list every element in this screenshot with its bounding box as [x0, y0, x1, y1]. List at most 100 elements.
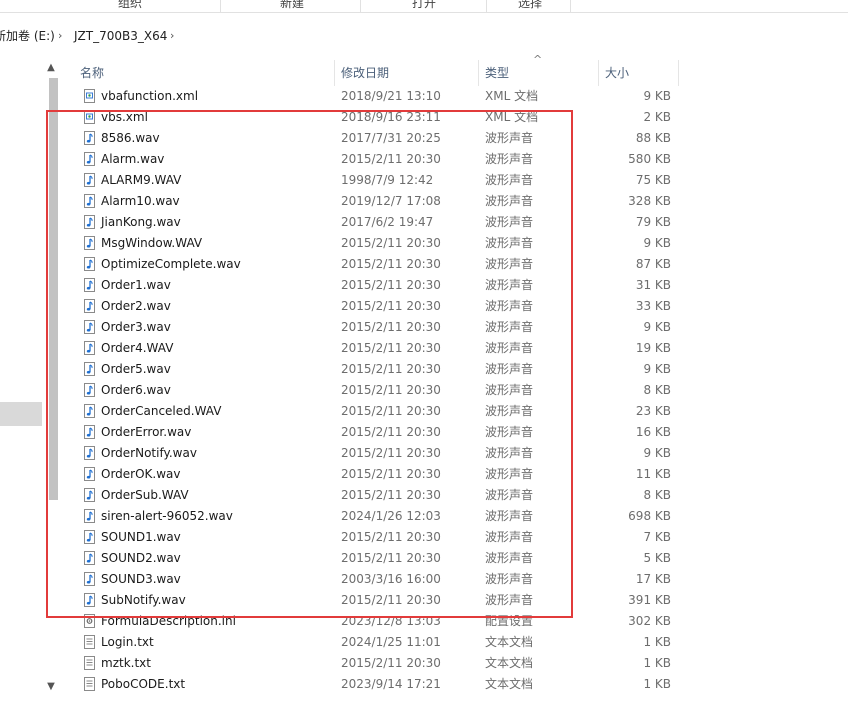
file-name: PoboCODE.txt: [101, 677, 186, 691]
file-type: 波形声音: [485, 404, 534, 418]
ribbon-group-open: 打开: [362, 0, 487, 12]
file-row[interactable]: JianKong.wav 2017/6/2 19:47 波形声音 79 KB: [0, 212, 848, 233]
file-row[interactable]: OptimizeComplete.wav 2015/2/11 20:30 波形声音 8…: [0, 254, 848, 275]
file-row[interactable]: SOUND2.wav 2015/2/11 20:30 波形声音 5 KB: [0, 548, 848, 569]
audio-file-icon: [84, 383, 95, 397]
file-date: 2015/2/11 20:30: [341, 446, 441, 460]
file-row[interactable]: SubNotify.wav 2015/2/11 20:30 波形声音 391 KB: [0, 590, 848, 611]
file-row[interactable]: OrderCanceled.WAV 2015/2/11 20:30 波形声音 23 K…: [0, 401, 848, 422]
audio-file-icon: [84, 488, 95, 502]
file-size: 16 KB: [635, 425, 671, 439]
file-date: 2023/9/14 17:21: [341, 677, 441, 691]
file-row[interactable]: Order4.WAV 2015/2/11 20:30 波形声音 19 KB: [0, 338, 848, 359]
xml-file-icon: [84, 89, 95, 103]
scroll-up-icon[interactable]: ▲: [44, 61, 58, 75]
file-name: 8586.wav: [101, 131, 160, 145]
file-size: 87 KB: [635, 257, 671, 271]
file-row[interactable]: OrderSub.WAV 2015/2/11 20:30 波形声音 8 KB: [0, 485, 848, 506]
file-date: 2017/6/2 19:47: [341, 215, 434, 229]
file-name: mztk.txt: [101, 656, 151, 670]
audio-file-icon: [84, 320, 95, 334]
file-row[interactable]: Order3.wav 2015/2/11 20:30 波形声音 9 KB: [0, 317, 848, 338]
file-date: 2015/2/11 20:30: [341, 593, 441, 607]
file-date: 1998/7/9 12:42: [341, 173, 434, 187]
ribbon-divider: [0, 12, 848, 13]
file-type: 波形声音: [485, 425, 534, 439]
file-name: siren-alert-96052.wav: [101, 509, 233, 523]
file-row[interactable]: ALARM9.WAV 1998/7/9 12:42 波形声音 75 KB: [0, 170, 848, 191]
breadcrumb-drive[interactable]: 新加卷 (E:): [0, 24, 55, 48]
file-size: 1 KB: [643, 635, 671, 649]
audio-file-icon: [84, 278, 95, 292]
column-header-date[interactable]: 修改日期: [341, 60, 389, 86]
column-header-size[interactable]: 大小: [605, 60, 629, 86]
file-size: 7 KB: [643, 530, 671, 544]
audio-file-icon: [84, 194, 95, 208]
file-name: Alarm10.wav: [101, 194, 180, 208]
file-row[interactable]: Order2.wav 2015/2/11 20:30 波形声音 33 KB: [0, 296, 848, 317]
file-type: 波形声音: [485, 173, 534, 187]
audio-file-icon: [84, 572, 95, 586]
breadcrumb-chevron-icon[interactable]: ›: [58, 24, 62, 48]
file-date: 2017/7/31 20:25: [341, 131, 441, 145]
file-row[interactable]: OrderOK.wav 2015/2/11 20:30 波形声音 11 KB: [0, 464, 848, 485]
file-date: 2024/1/25 11:01: [341, 635, 441, 649]
file-name: Order1.wav: [101, 278, 171, 292]
file-row[interactable]: 8586.wav 2017/7/31 20:25 波形声音 88 KB: [0, 128, 848, 149]
breadcrumb-chevron-icon[interactable]: ›: [170, 24, 174, 48]
file-type: 波形声音: [485, 488, 534, 502]
file-size: 9 KB: [643, 362, 671, 376]
column-header-type[interactable]: 类型: [485, 60, 509, 86]
file-row[interactable]: MsgWindow.WAV 2015/2/11 20:30 波形声音 9 KB: [0, 233, 848, 254]
column-divider[interactable]: [334, 60, 335, 86]
file-row[interactable]: mztk.txt 2015/2/11 20:30 文本文档 1 KB: [0, 653, 848, 674]
file-name: Login.txt: [101, 635, 154, 649]
file-row[interactable]: SOUND1.wav 2015/2/11 20:30 波形声音 7 KB: [0, 527, 848, 548]
file-size: 23 KB: [635, 404, 671, 418]
file-size: 9 KB: [643, 320, 671, 334]
audio-file-icon: [84, 215, 95, 229]
file-row[interactable]: Login.txt 2024/1/25 11:01 文本文档 1 KB: [0, 632, 848, 653]
audio-file-icon: [84, 467, 95, 481]
ribbon-group-new: 新建: [224, 0, 361, 12]
file-name: Alarm.wav: [101, 152, 165, 166]
file-date: 2019/12/7 17:08: [341, 194, 441, 208]
file-row[interactable]: Order6.wav 2015/2/11 20:30 波形声音 8 KB: [0, 380, 848, 401]
file-row[interactable]: Alarm.wav 2015/2/11 20:30 波形声音 580 KB: [0, 149, 848, 170]
file-type: XML 文档: [485, 110, 539, 124]
file-size: 1 KB: [643, 656, 671, 670]
file-name: MsgWindow.WAV: [101, 236, 203, 250]
audio-file-icon: [84, 404, 95, 418]
file-size: 9 KB: [643, 236, 671, 250]
file-size: 302 KB: [628, 614, 671, 628]
column-divider[interactable]: [678, 60, 679, 86]
file-date: 2015/2/11 20:30: [341, 530, 441, 544]
column-divider[interactable]: [598, 60, 599, 86]
file-row[interactable]: vbafunction.xml 2018/9/21 13:10 XML 文档 9 KB: [0, 86, 848, 107]
file-row[interactable]: SOUND3.wav 2003/3/16 16:00 波形声音 17 KB: [0, 569, 848, 590]
column-header-name[interactable]: 名称: [80, 60, 104, 86]
file-name: vbafunction.xml: [101, 89, 199, 103]
file-row[interactable]: OrderError.wav 2015/2/11 20:30 波形声音 16 KB: [0, 422, 848, 443]
file-row[interactable]: OrderNotify.wav 2015/2/11 20:30 波形声音 9 KB: [0, 443, 848, 464]
file-row[interactable]: PoboCODE.txt 2023/9/14 17:21 文本文档 1 KB: [0, 674, 848, 695]
file-name: SubNotify.wav: [101, 593, 186, 607]
audio-file-icon: [84, 509, 95, 523]
file-size: 11 KB: [635, 467, 671, 481]
ribbon-group-organize: 组织: [40, 0, 221, 12]
file-type: 波形声音: [485, 152, 534, 166]
file-type: 波形声音: [485, 572, 534, 586]
file-row[interactable]: siren-alert-96052.wav 2024/1/26 12:03 波形声音…: [0, 506, 848, 527]
file-row[interactable]: Order1.wav 2015/2/11 20:30 波形声音 31 KB: [0, 275, 848, 296]
file-size: 1 KB: [643, 677, 671, 691]
file-name: vbs.xml: [101, 110, 148, 124]
file-type: 波形声音: [485, 341, 534, 355]
file-row[interactable]: vbs.xml 2018/9/16 23:11 XML 文档 2 KB: [0, 107, 848, 128]
file-row[interactable]: Order5.wav 2015/2/11 20:30 波形声音 9 KB: [0, 359, 848, 380]
column-divider[interactable]: [478, 60, 479, 86]
file-row[interactable]: Alarm10.wav 2019/12/7 17:08 波形声音 328 KB: [0, 191, 848, 212]
file-name: SOUND2.wav: [101, 551, 181, 565]
file-row[interactable]: FormulaDescription.ini 2023/12/8 13:03 配置设…: [0, 611, 848, 632]
file-date: 2024/1/26 12:03: [341, 509, 441, 523]
breadcrumb-folder[interactable]: JZT_700B3_X64: [74, 24, 167, 48]
